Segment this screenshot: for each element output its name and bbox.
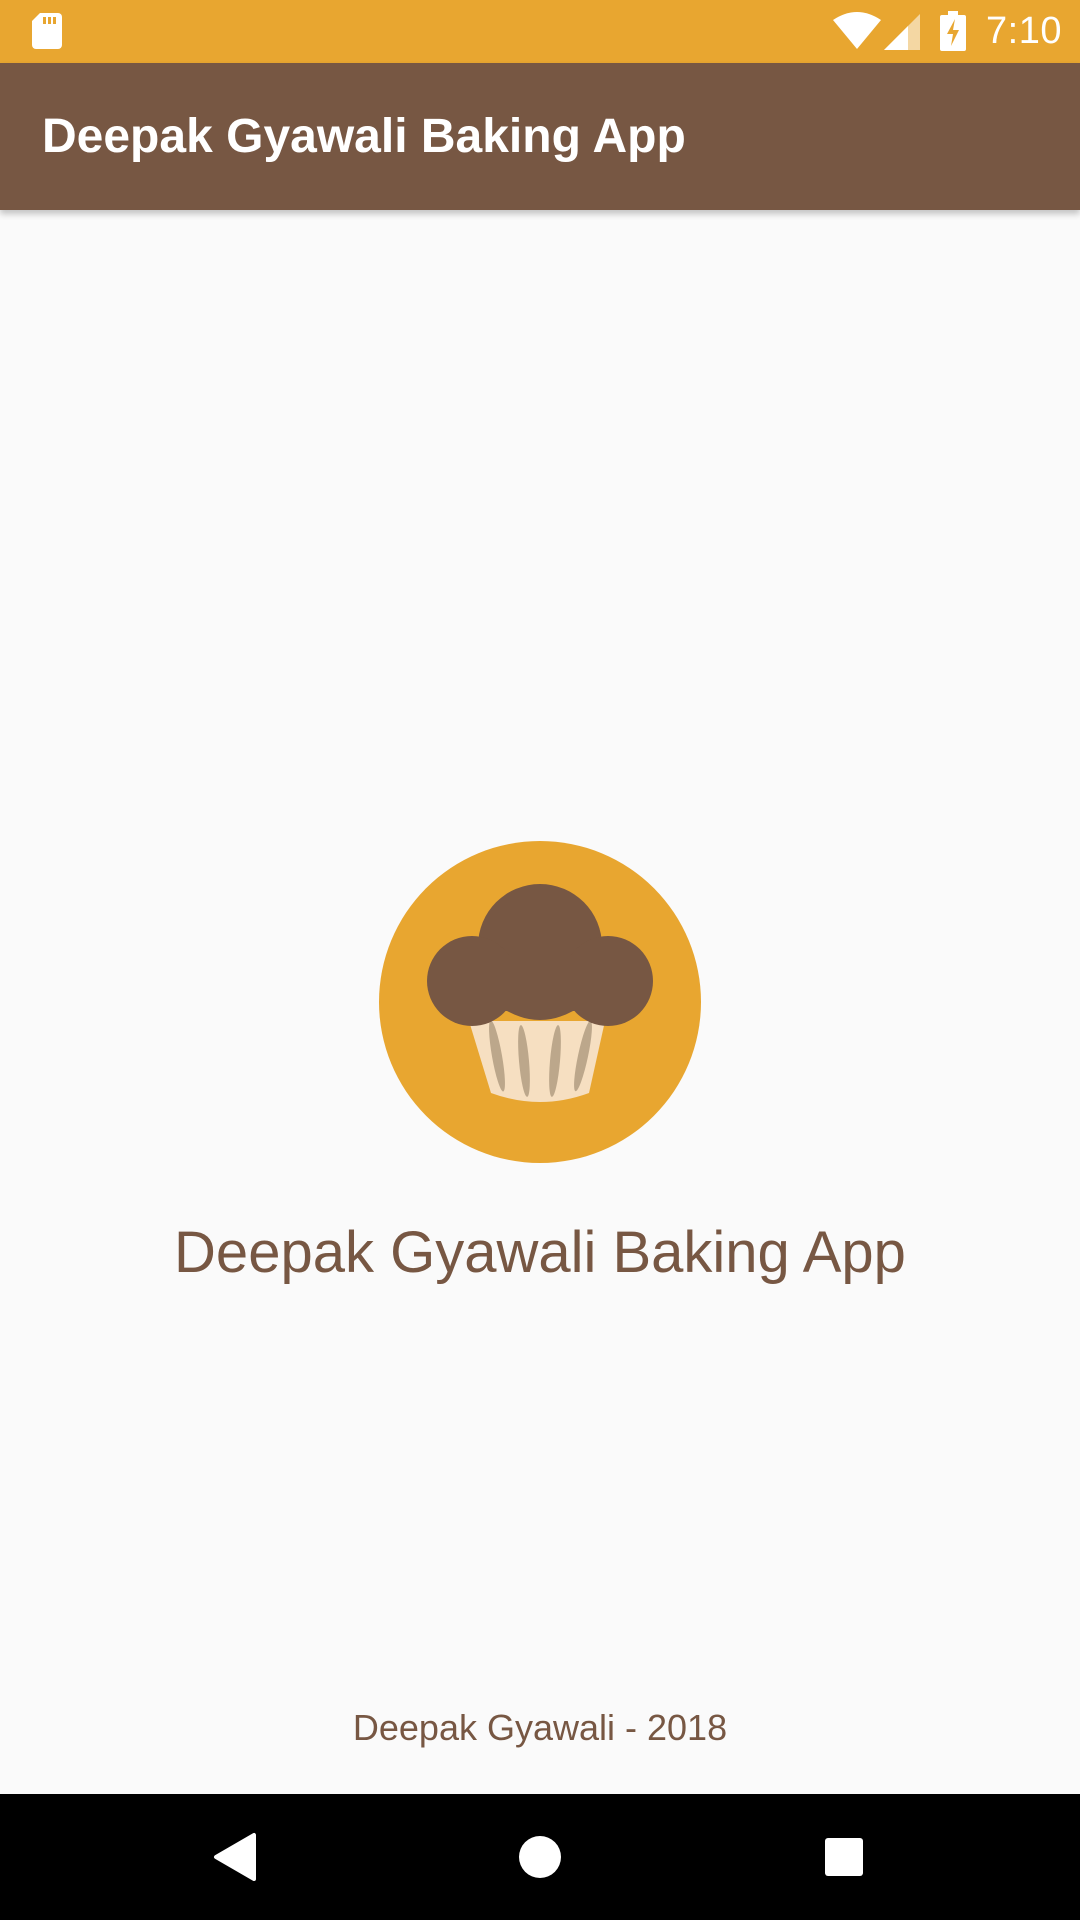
back-icon[interactable] [206,1827,266,1887]
splash-screen: 7:10 Deepak Gyawali Baking App Deepak Gy… [0,0,1080,1920]
battery-charging-icon [940,11,966,51]
signal-icon [884,14,920,50]
navigation-bar [0,1794,1080,1920]
app-bar: Deepak Gyawali Baking App [0,63,1080,210]
app-bar-title: Deepak Gyawali Baking App [42,110,686,163]
cupcake-icon [379,841,701,1163]
wifi-icon [833,12,881,49]
recents-icon[interactable] [814,1827,874,1887]
status-clock: 7:10 [986,10,1062,52]
splash-title: Deepak Gyawali Baking App [174,1220,906,1285]
footer-credit: Deepak Gyawali - 2018 [352,1707,728,1748]
sd-card-icon [32,13,62,49]
status-bar: 7:10 [0,0,1080,63]
home-icon[interactable] [510,1827,570,1887]
